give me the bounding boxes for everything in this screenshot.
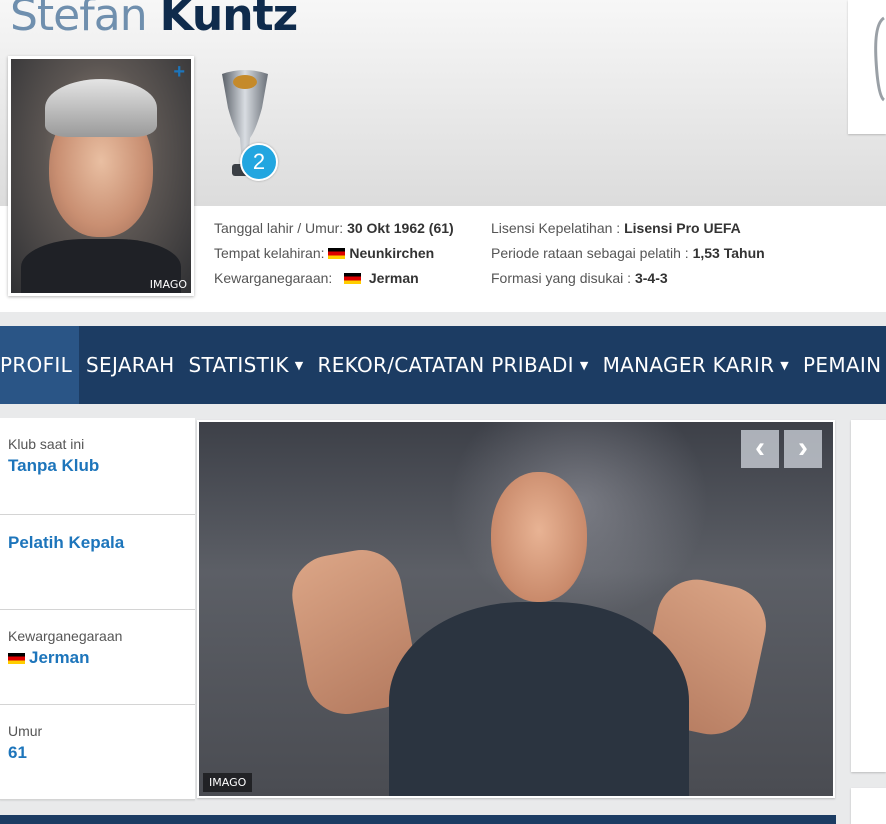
- nationality-link[interactable]: Jerman: [29, 648, 89, 667]
- tenure-value: 1,53 Tahun: [692, 245, 765, 261]
- birth-row: Tanggal lahir / Umur: 30 Okt 1962 (61): [214, 216, 454, 241]
- germany-flag-icon: [328, 248, 346, 259]
- slider-head: [491, 472, 587, 602]
- birth-value: 30 Okt 1962 (61): [347, 220, 454, 236]
- slider-prev-button[interactable]: ‹: [741, 430, 779, 468]
- caret-down-icon: ▼: [780, 359, 790, 372]
- nav-label: PEMAIN YANG DIGUNAKAN: [803, 353, 886, 377]
- info-left: Tanggal lahir / Umur: 30 Okt 1962 (61) T…: [214, 216, 454, 291]
- birthplace-label: Tempat kelahiran:: [214, 245, 325, 261]
- current-club-card: Klub saat ini Tanpa Klub: [0, 418, 195, 515]
- germany-flag-icon: [343, 273, 361, 284]
- photo-hair: [45, 79, 157, 137]
- germany-flag-icon: [8, 653, 25, 664]
- citizenship-label: Kewarganegaraan:: [214, 270, 333, 286]
- birth-label: Tanggal lahir / Umur:: [214, 220, 344, 236]
- caret-down-icon: ▼: [579, 359, 589, 372]
- nav-label: MANAGER KARIR: [602, 353, 775, 377]
- slide-credit: IMAGO: [203, 773, 253, 792]
- nav-statistik[interactable]: STATISTIK ▼: [182, 326, 311, 404]
- last-name: Kuntz: [159, 0, 299, 41]
- license-label: Lisensi Kepelatihan :: [491, 220, 621, 236]
- license-value: Lisensi Pro UEFA: [624, 220, 741, 236]
- birthplace-value: Neunkirchen: [349, 245, 435, 261]
- nav-sejarah[interactable]: SEJARAH: [79, 326, 181, 404]
- current-club-link[interactable]: Tanpa Klub: [8, 456, 99, 476]
- nationality-card: Kewarganegaraan Jerman: [0, 610, 195, 705]
- nav-profil[interactable]: PROFIL: [0, 326, 80, 404]
- age-value: 61: [8, 743, 27, 762]
- formation-value: 3-4-3: [634, 270, 668, 286]
- fact-cards: Klub saat ini Tanpa Klub Pelatih Kepala …: [0, 418, 195, 800]
- nav-label: PROFIL: [0, 353, 73, 377]
- nav-label: REKOR/CATATAN PRIBADI: [317, 353, 574, 377]
- nationality-value[interactable]: Jerman: [8, 648, 122, 668]
- main-nav: PROFIL SEJARAH STATISTIK ▼ REKOR/CATATAN …: [0, 326, 886, 404]
- club-crest-icon: [874, 16, 886, 102]
- nav-manager-karir[interactable]: MANAGER KARIR ▼: [596, 326, 796, 404]
- coach-name: Stefan Kuntz: [10, 0, 299, 41]
- birthplace-row: Tempat kelahiran: Neunkirchen: [214, 241, 454, 266]
- license-row: Lisensi Kepelatihan : Lisensi Pro UEFA: [491, 216, 765, 241]
- profile-header: Stefan Kuntz + IMAGO 2 Tanggal lahir / U…: [0, 0, 886, 312]
- caret-down-icon: ▼: [294, 359, 304, 372]
- tenure-row: Periode rataan sebagai pelatih : 1,53 Ta…: [491, 241, 765, 266]
- first-name: Stefan: [10, 0, 148, 41]
- age-label: Umur: [8, 723, 43, 739]
- slider-next-button[interactable]: ›: [784, 430, 822, 468]
- tenure-label: Periode rataan sebagai pelatih :: [491, 245, 689, 261]
- section-header-bar: [0, 815, 836, 824]
- club-logo-card[interactable]: [848, 0, 886, 134]
- photo-slider[interactable]: IMAGO ‹ ›: [197, 420, 835, 798]
- nav-label: STATISTIK: [188, 353, 289, 377]
- role-card: Pelatih Kepala: [0, 515, 195, 610]
- info-right: Lisensi Kepelatihan : Lisensi Pro UEFA P…: [491, 216, 765, 291]
- formation-row: Formasi yang disukai : 3-4-3: [491, 266, 765, 291]
- nationality-label: Kewarganegaraan: [8, 628, 123, 644]
- add-photo-icon[interactable]: +: [173, 61, 185, 84]
- citizenship-value: Jerman: [368, 270, 419, 286]
- nav-label: SEJARAH: [86, 353, 175, 377]
- right-ad-panel-lower: [851, 788, 886, 824]
- formation-label: Formasi yang disukai :: [491, 270, 632, 286]
- role-link[interactable]: Pelatih Kepala: [8, 533, 124, 553]
- slider-body: [389, 602, 689, 796]
- nav-pemain[interactable]: PEMAIN YANG DIGUNAKAN: [796, 326, 886, 404]
- current-club-label: Klub saat ini: [8, 436, 85, 452]
- photo-credit: IMAGO: [149, 278, 187, 291]
- right-ad-panel: [851, 420, 886, 772]
- profile-photo[interactable]: + IMAGO: [8, 56, 194, 296]
- citizenship-row: Kewarganegaraan: Jerman: [214, 266, 454, 291]
- trophy-count-badge[interactable]: 2: [240, 143, 278, 181]
- profile-photo-image: + IMAGO: [11, 59, 191, 293]
- age-card: Umur 61: [0, 705, 195, 800]
- nav-rekor[interactable]: REKOR/CATATAN PRIBADI ▼: [311, 326, 596, 404]
- slider-image: IMAGO ‹ ›: [199, 422, 833, 796]
